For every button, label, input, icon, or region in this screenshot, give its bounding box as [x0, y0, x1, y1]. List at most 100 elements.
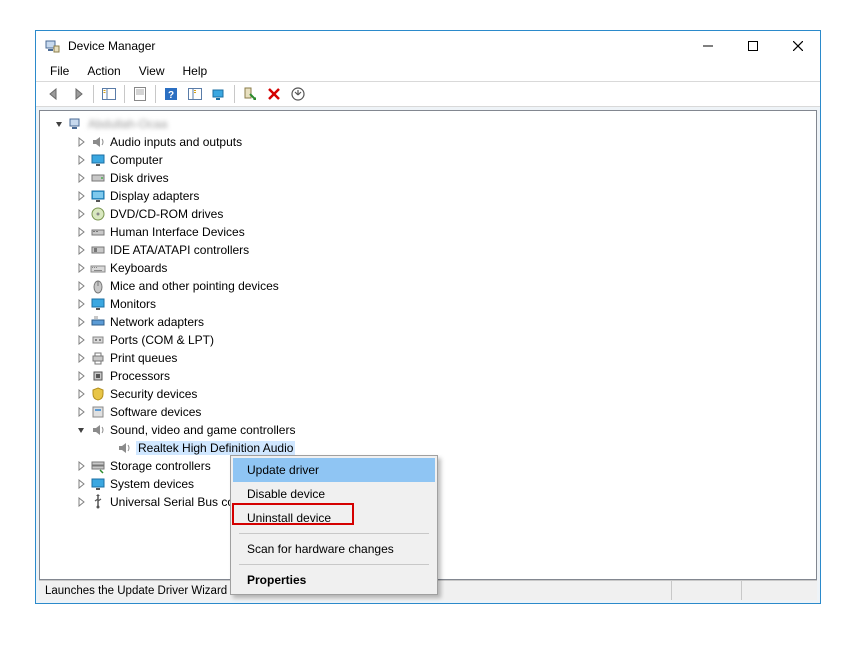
- shield-icon: [90, 386, 106, 402]
- tree-row-ports[interactable]: Ports (COM & LPT): [44, 331, 816, 349]
- expander-open-icon[interactable]: [52, 117, 66, 131]
- cm-disable-device[interactable]: Disable device: [233, 482, 435, 506]
- expander-closed-icon[interactable]: [74, 279, 88, 293]
- cm-update-driver[interactable]: Update driver: [233, 458, 435, 482]
- titlebar: Device Manager: [36, 31, 820, 61]
- tree-label: Abdullah-Ocaa: [88, 117, 167, 131]
- network-icon: [90, 314, 106, 330]
- tree-row-root[interactable]: Abdullah-Ocaa: [44, 115, 816, 133]
- window-title: Device Manager: [68, 39, 685, 53]
- tree-label: Human Interface Devices: [110, 225, 245, 239]
- keyboard-icon: [90, 260, 106, 276]
- tree-label: Display adapters: [110, 189, 199, 203]
- expander-closed-icon[interactable]: [74, 459, 88, 473]
- expander-closed-icon[interactable]: [74, 351, 88, 365]
- maximize-button[interactable]: [730, 31, 775, 61]
- tree-label: Audio inputs and outputs: [110, 135, 242, 149]
- toolbar-separator: [155, 85, 156, 103]
- tree-row-processors[interactable]: Processors: [44, 367, 816, 385]
- tree-row-computer[interactable]: Computer: [44, 151, 816, 169]
- ide-icon: [90, 242, 106, 258]
- expander-closed-icon[interactable]: [74, 171, 88, 185]
- expander-closed-icon[interactable]: [74, 189, 88, 203]
- speaker-icon: [90, 134, 106, 150]
- toolbar-forward-button[interactable]: [67, 83, 89, 105]
- expander-closed-icon[interactable]: [74, 315, 88, 329]
- printer-icon: [90, 350, 106, 366]
- tree-row-software[interactable]: Software devices: [44, 403, 816, 421]
- tree-row-dvd-cdrom[interactable]: DVD/CD-ROM drives: [44, 205, 816, 223]
- toolbar-separator: [234, 85, 235, 103]
- tree-label: Keyboards: [110, 261, 167, 275]
- tree-label: System devices: [110, 477, 194, 491]
- drive-icon: [90, 170, 106, 186]
- toolbar-scan-hardware-button[interactable]: [208, 83, 230, 105]
- toolbar: ?: [36, 81, 820, 107]
- menu-file[interactable]: File: [42, 62, 77, 80]
- speaker-icon: [90, 422, 106, 438]
- tree-row-disk-drives[interactable]: Disk drives: [44, 169, 816, 187]
- tree-row-mice[interactable]: Mice and other pointing devices: [44, 277, 816, 295]
- expander-closed-icon[interactable]: [74, 243, 88, 257]
- tree-row-sound[interactable]: Sound, video and game controllers: [44, 421, 816, 439]
- tree-row-ide[interactable]: IDE ATA/ATAPI controllers: [44, 241, 816, 259]
- software-icon: [90, 404, 106, 420]
- expander-closed-icon[interactable]: [74, 207, 88, 221]
- menu-action[interactable]: Action: [79, 62, 128, 80]
- cm-scan-hardware[interactable]: Scan for hardware changes: [233, 537, 435, 561]
- hid-icon: [90, 224, 106, 240]
- tree-row-audio-inputs-outputs[interactable]: Audio inputs and outputs: [44, 133, 816, 151]
- expander-none: [100, 441, 114, 455]
- storage-icon: [90, 458, 106, 474]
- cm-uninstall-device[interactable]: Uninstall device: [233, 506, 435, 530]
- menu-help[interactable]: Help: [175, 62, 216, 80]
- cm-properties[interactable]: Properties: [233, 568, 435, 592]
- tree-row-keyboards[interactable]: Keyboards: [44, 259, 816, 277]
- toolbar-action-button[interactable]: [184, 83, 206, 105]
- expander-closed-icon[interactable]: [74, 369, 88, 383]
- menubar: File Action View Help: [36, 61, 820, 81]
- statusbar-cell: [741, 581, 811, 600]
- cpu-icon: [90, 368, 106, 384]
- expander-closed-icon[interactable]: [74, 405, 88, 419]
- minimize-button[interactable]: [685, 31, 730, 61]
- tree-row-monitors[interactable]: Monitors: [44, 295, 816, 313]
- tree-label: Computer: [110, 153, 163, 167]
- expander-closed-icon[interactable]: [74, 333, 88, 347]
- toolbar-enable-button[interactable]: [239, 83, 261, 105]
- tree-label: Software devices: [110, 405, 201, 419]
- expander-closed-icon[interactable]: [74, 153, 88, 167]
- toolbar-separator: [124, 85, 125, 103]
- port-icon: [90, 332, 106, 348]
- tree-row-display-adapters[interactable]: Display adapters: [44, 187, 816, 205]
- close-button[interactable]: [775, 31, 820, 61]
- toolbar-update-driver-button[interactable]: [287, 83, 309, 105]
- expander-closed-icon[interactable]: [74, 495, 88, 509]
- tree-label: Disk drives: [110, 171, 169, 185]
- monitor-device-icon: [90, 296, 106, 312]
- app-icon: [44, 38, 60, 54]
- toolbar-help-button[interactable]: ?: [160, 83, 182, 105]
- tree-row-hid[interactable]: Human Interface Devices: [44, 223, 816, 241]
- expander-closed-icon[interactable]: [74, 387, 88, 401]
- statusbar-cell: [671, 581, 741, 600]
- expander-closed-icon[interactable]: [74, 261, 88, 275]
- expander-closed-icon[interactable]: [74, 135, 88, 149]
- toolbar-show-hide-tree-button[interactable]: [98, 83, 120, 105]
- toolbar-properties-button[interactable]: [129, 83, 151, 105]
- expander-open-icon[interactable]: [74, 423, 88, 437]
- tree-row-security[interactable]: Security devices: [44, 385, 816, 403]
- expander-closed-icon[interactable]: [74, 297, 88, 311]
- mouse-icon: [90, 278, 106, 294]
- tree-label: IDE ATA/ATAPI controllers: [110, 243, 249, 257]
- expander-closed-icon[interactable]: [74, 477, 88, 491]
- tree-label: Print queues: [110, 351, 177, 365]
- menu-view[interactable]: View: [131, 62, 173, 80]
- pc-icon: [68, 116, 84, 132]
- toolbar-uninstall-button[interactable]: [263, 83, 285, 105]
- tree-row-print-queues[interactable]: Print queues: [44, 349, 816, 367]
- tree-row-network[interactable]: Network adapters: [44, 313, 816, 331]
- usb-icon: [90, 494, 106, 510]
- expander-closed-icon[interactable]: [74, 225, 88, 239]
- toolbar-back-button[interactable]: [43, 83, 65, 105]
